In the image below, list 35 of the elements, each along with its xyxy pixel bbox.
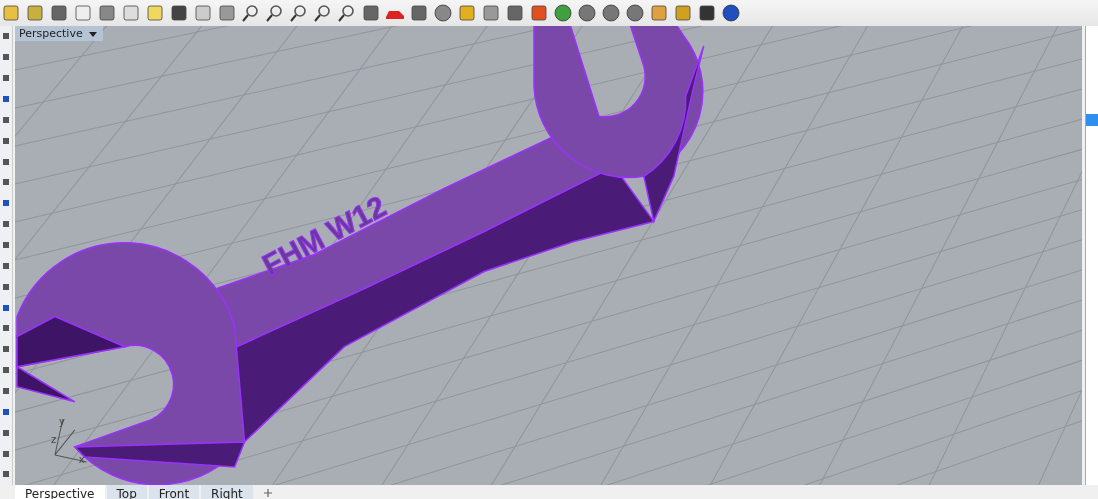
tool-icon[interactable]: [2, 344, 10, 355]
circle-icon[interactable]: [432, 3, 454, 23]
viewport-tab[interactable]: Front: [148, 485, 200, 499]
tool-icon[interactable]: [2, 448, 10, 459]
viewport-name: Perspective: [19, 27, 83, 40]
tool-icon[interactable]: [2, 177, 10, 188]
tool-icon[interactable]: [2, 135, 10, 146]
tool-icon[interactable]: [2, 302, 10, 313]
tool-icon[interactable]: [2, 73, 10, 84]
tool-icon[interactable]: [2, 156, 10, 167]
tool-icon[interactable]: [2, 52, 10, 63]
tool-icon[interactable]: [2, 469, 10, 480]
add-tab-icon[interactable]: [262, 488, 273, 498]
model-text: FHM W12: [256, 189, 392, 282]
axes-icon: [54, 418, 88, 463]
help-icon[interactable]: [720, 3, 742, 23]
axis-label: y: [58, 415, 65, 427]
axis-label: z: [50, 433, 57, 445]
dropdown-icon[interactable]: [88, 29, 97, 38]
tool-icon[interactable]: [2, 94, 10, 104]
tool-icon[interactable]: [2, 281, 10, 292]
selected-row: [1086, 114, 1098, 126]
tool-icon[interactable]: [2, 31, 10, 42]
tool-icon[interactable]: [2, 198, 10, 209]
tool-icon[interactable]: [2, 114, 10, 125]
tool-icon[interactable]: [2, 406, 10, 417]
axis-label: x: [78, 453, 85, 465]
tool-icon[interactable]: [2, 323, 10, 334]
tool-icon[interactable]: [2, 427, 10, 438]
tool-icon[interactable]: [2, 240, 10, 250]
viewport-title[interactable]: Perspective: [15, 26, 103, 41]
tool-icon[interactable]: [2, 219, 10, 230]
tool-icon[interactable]: [2, 260, 10, 271]
tool-icon[interactable]: [2, 365, 10, 376]
tool-icon[interactable]: [2, 386, 10, 397]
